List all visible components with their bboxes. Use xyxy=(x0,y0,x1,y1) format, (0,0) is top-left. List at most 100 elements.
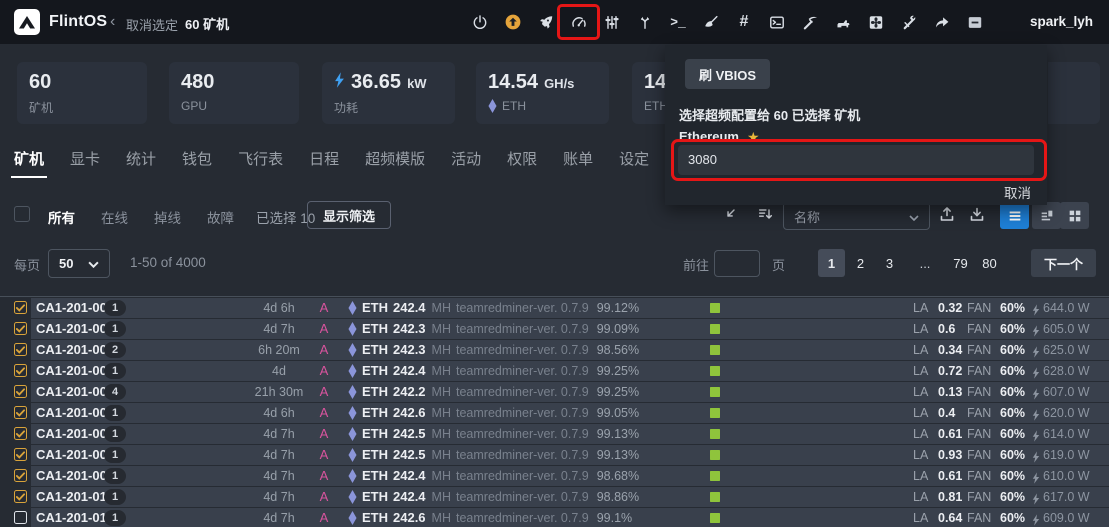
console-icon[interactable] xyxy=(769,13,785,31)
branch-icon[interactable] xyxy=(637,13,653,31)
rocket-icon[interactable] xyxy=(538,13,554,31)
gpu-square xyxy=(710,303,720,313)
sliders-icon[interactable] xyxy=(604,13,620,31)
flash-vbios-button[interactable]: 刷 VBIOS xyxy=(685,59,770,89)
row-checkbox[interactable] xyxy=(14,301,27,314)
table-row[interactable]: CA1-201-001 1 4d 6h A ETH 242.4 MH teamr… xyxy=(0,298,1109,318)
goto-page-input[interactable] xyxy=(714,250,760,277)
row-checkbox[interactable] xyxy=(14,469,27,482)
miner-name[interactable]: CA1-201-011 xyxy=(36,508,113,527)
tab-7[interactable]: 活动 xyxy=(451,148,481,178)
tab-2[interactable]: 统计 xyxy=(126,148,156,178)
per-page-value: 50 xyxy=(59,256,73,271)
cancel-button[interactable]: 取消 xyxy=(1004,182,1031,202)
tab-10[interactable]: 设定 xyxy=(619,148,649,178)
miner-version: teamredminer-ver. 0.7.9 xyxy=(456,424,589,444)
tab-5[interactable]: 日程 xyxy=(309,148,339,178)
username[interactable]: spark_lyh xyxy=(1030,14,1093,29)
page-button-80[interactable]: 80 xyxy=(976,249,1003,277)
show-filter-button[interactable]: 显示筛选 xyxy=(307,201,391,229)
miner-name[interactable]: CA1-201-004 xyxy=(36,361,114,381)
deselect-button[interactable]: 取消选定 xyxy=(126,15,178,34)
row-checkbox[interactable] xyxy=(14,385,27,398)
row-checkbox[interactable] xyxy=(14,427,27,440)
miner-name[interactable]: CA1-201-007 xyxy=(36,424,114,444)
table-row[interactable]: CA1-201-009 1 4d 7h A ETH 242.4 MH teamr… xyxy=(0,466,1109,486)
page-button-2[interactable]: 2 xyxy=(847,249,874,277)
row-checkbox[interactable] xyxy=(14,490,27,503)
select-all-checkbox[interactable] xyxy=(14,206,30,222)
overclock-profile-input[interactable]: 3080 xyxy=(678,145,1034,175)
sort-descending-icon[interactable] xyxy=(757,206,773,227)
table-row[interactable]: CA1-201-003 2 6h 20m A ETH 242.3 MH team… xyxy=(0,340,1109,360)
miner-name[interactable]: CA1-201-008 xyxy=(36,445,114,465)
star-icon[interactable]: ★ xyxy=(747,130,760,144)
back-chevron-icon[interactable]: ‹ xyxy=(110,13,115,31)
app-logo[interactable]: FlintOS xyxy=(14,9,107,35)
tab-3[interactable]: 钱包 xyxy=(182,148,212,178)
tools-icon[interactable] xyxy=(901,13,917,31)
sort-select[interactable]: 名称 xyxy=(783,202,930,230)
fan-icon[interactable] xyxy=(868,13,884,31)
row-checkbox[interactable] xyxy=(14,322,27,335)
hash-icon[interactable]: # xyxy=(736,13,752,31)
gpu-square xyxy=(710,450,720,460)
miner-name[interactable]: CA1-201-009 xyxy=(36,466,114,486)
miner-name[interactable]: CA1-201-006 xyxy=(36,403,114,423)
page-button-79[interactable]: 79 xyxy=(947,249,974,277)
minus-box-icon[interactable] xyxy=(967,13,983,31)
power-icon[interactable] xyxy=(472,13,488,31)
row-checkbox[interactable] xyxy=(14,511,27,524)
grid-view-button[interactable] xyxy=(1060,202,1089,229)
filter-online[interactable]: 在线 xyxy=(101,207,128,227)
row-checkbox[interactable] xyxy=(14,406,27,419)
mining-info: ETH 242.4 MH teamredminer-ver. 0.7.9 99.… xyxy=(348,361,639,381)
filter-offline[interactable]: 掉线 xyxy=(154,207,181,227)
filter-fault[interactable]: 故障 xyxy=(207,207,234,227)
gpu-count-badge: 1 xyxy=(104,489,126,505)
pickaxe-icon[interactable] xyxy=(802,13,818,31)
page-button-3[interactable]: 3 xyxy=(876,249,903,277)
watchdog-icon[interactable] xyxy=(835,13,851,31)
tab-1[interactable]: 显卡 xyxy=(70,148,100,178)
filter-all[interactable]: 所有 xyxy=(48,207,75,227)
row-checkbox[interactable] xyxy=(14,448,27,461)
row-checkbox[interactable] xyxy=(14,364,27,377)
la-label: LA xyxy=(913,382,928,402)
miner-name[interactable]: CA1-201-005 xyxy=(36,382,114,402)
row-bar: CA1-201-008 1 4d 7h A ETH 242.5 MH teamr… xyxy=(31,445,1109,465)
table-row[interactable]: CA1-201-005 4 21h 30m A ETH 242.2 MH tea… xyxy=(0,382,1109,402)
export-icon[interactable] xyxy=(938,205,956,228)
row-checkbox[interactable] xyxy=(14,343,27,356)
table-row[interactable]: CA1-201-006 1 4d 6h A ETH 242.6 MH teamr… xyxy=(0,403,1109,423)
table-row[interactable]: CA1-201-004 1 4d A ETH 242.4 MH teamredm… xyxy=(0,361,1109,381)
terminal-icon[interactable]: >_ xyxy=(670,13,686,31)
page-button-1[interactable]: 1 xyxy=(818,249,845,277)
table-row[interactable]: CA1-201-002 1 4d 7h A ETH 242.3 MH teamr… xyxy=(0,319,1109,339)
collapse-icon[interactable] xyxy=(722,206,738,227)
page-ellipsis[interactable]: ... xyxy=(905,249,945,277)
table-row[interactable]: CA1-201-011 1 4d 7h A ETH 242.6 MH teamr… xyxy=(0,508,1109,527)
table-row[interactable]: CA1-201-010 1 4d 7h A ETH 242.4 MH teamr… xyxy=(0,487,1109,507)
table-row[interactable]: CA1-201-007 1 4d 7h A ETH 242.5 MH teamr… xyxy=(0,424,1109,444)
tab-4[interactable]: 飞行表 xyxy=(238,148,283,178)
miner-name[interactable]: CA1-201-002 xyxy=(36,319,114,339)
tab-0[interactable]: 矿机 xyxy=(14,148,44,178)
table-view-button[interactable] xyxy=(1032,202,1061,229)
miner-name[interactable]: CA1-201-001 xyxy=(36,298,114,318)
tab-6[interactable]: 超频模版 xyxy=(365,148,425,178)
share-icon[interactable] xyxy=(934,13,950,31)
tab-9[interactable]: 账单 xyxy=(563,148,593,178)
tab-8[interactable]: 权限 xyxy=(507,148,537,178)
broom-icon[interactable] xyxy=(703,13,719,31)
table-row[interactable]: CA1-201-008 1 4d 7h A ETH 242.5 MH teamr… xyxy=(0,445,1109,465)
upgrade-icon[interactable] xyxy=(505,13,521,31)
gauge-icon[interactable] xyxy=(571,13,587,31)
miner-name[interactable]: CA1-201-003 xyxy=(36,340,114,360)
miner-name[interactable]: CA1-201-010 xyxy=(36,487,114,507)
next-page-button[interactable]: 下一个 xyxy=(1031,249,1096,277)
list-view-button[interactable] xyxy=(1000,202,1029,229)
import-icon[interactable] xyxy=(968,205,986,228)
miner-version: teamredminer-ver. 0.7.9 xyxy=(456,487,589,507)
per-page-select[interactable]: 50 xyxy=(48,249,110,278)
